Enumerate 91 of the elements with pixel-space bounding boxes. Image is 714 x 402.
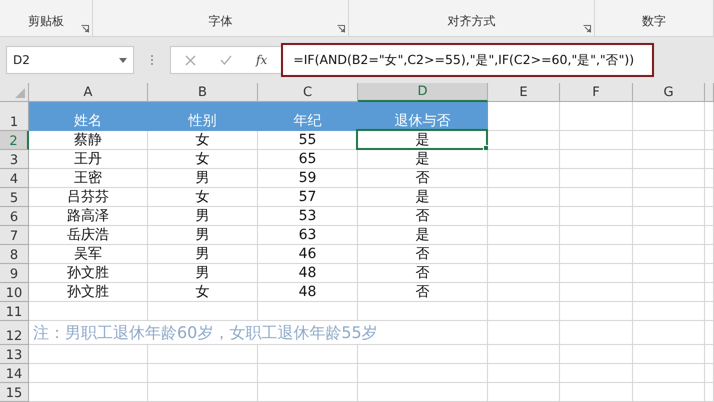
row-header[interactable]: 11 bbox=[0, 302, 29, 321]
dialog-launcher-icon[interactable] bbox=[81, 25, 89, 33]
column-header[interactable]: G bbox=[633, 83, 705, 102]
empty-cell bbox=[705, 169, 714, 188]
table-cell: 是 bbox=[358, 131, 488, 150]
table-cell: 否 bbox=[358, 264, 488, 283]
empty-cell bbox=[705, 321, 714, 345]
table-cell: 否 bbox=[358, 169, 488, 188]
note-text: 注：男职工退休年龄60岁，女职工退休年龄55岁 bbox=[33, 322, 378, 344]
column-header[interactable]: B bbox=[148, 83, 258, 102]
caret-icon[interactable] bbox=[119, 58, 127, 62]
table-cell: 59 bbox=[258, 169, 358, 188]
table-cell: 否 bbox=[358, 283, 488, 302]
row-header[interactable]: 1 bbox=[0, 102, 29, 131]
table-cell: 63 bbox=[258, 226, 358, 245]
table-cell: 48 bbox=[258, 283, 358, 302]
header-cell: 性别 bbox=[148, 102, 258, 131]
table-cell: 53 bbox=[258, 207, 358, 226]
row-header[interactable]: 13 bbox=[0, 345, 29, 364]
name-box[interactable]: D2 bbox=[6, 46, 134, 74]
grip-icon bbox=[150, 54, 154, 66]
row-header[interactable]: 8 bbox=[0, 245, 29, 264]
empty-cell bbox=[705, 188, 714, 207]
row-header[interactable]: 7 bbox=[0, 226, 29, 245]
table-cell: 女 bbox=[148, 283, 258, 302]
column-header[interactable]: A bbox=[29, 83, 148, 102]
group-label: 剪贴板 bbox=[28, 13, 64, 30]
row-header[interactable]: 5 bbox=[0, 188, 29, 207]
empty-cell bbox=[705, 345, 714, 364]
column-header[interactable]: D bbox=[358, 83, 488, 102]
table-cell: 是 bbox=[358, 188, 488, 207]
table-cell: 否 bbox=[358, 245, 488, 264]
dialog-launcher-icon[interactable] bbox=[337, 25, 345, 33]
table-cell: 65 bbox=[258, 150, 358, 169]
header-cell: 姓名 bbox=[29, 102, 148, 131]
table-cell: 女 bbox=[148, 150, 258, 169]
check-icon[interactable] bbox=[220, 55, 232, 65]
empty-cell bbox=[705, 264, 714, 283]
row-header[interactable]: 9 bbox=[0, 264, 29, 283]
row-header[interactable]: 3 bbox=[0, 150, 29, 169]
table-cell: 女 bbox=[148, 188, 258, 207]
empty-cell bbox=[705, 207, 714, 226]
table-cell: 路高泽 bbox=[29, 207, 148, 226]
row-header[interactable]: 15 bbox=[0, 383, 29, 402]
table-cell: 孙文胜 bbox=[29, 283, 148, 302]
group-label: 对齐方式 bbox=[448, 13, 496, 30]
row-header[interactable]: 4 bbox=[0, 169, 29, 188]
table-cell: 48 bbox=[258, 264, 358, 283]
row-header[interactable]: 14 bbox=[0, 364, 29, 383]
table-cell: 吴军 bbox=[29, 245, 148, 264]
column-header[interactable]: C bbox=[258, 83, 358, 102]
table-cell: 57 bbox=[258, 188, 358, 207]
table-cell: 吕芬芬 bbox=[29, 188, 148, 207]
insert-function-button[interactable]: fx bbox=[256, 53, 268, 67]
table-cell: 王密 bbox=[29, 169, 148, 188]
row-header[interactable]: 2 bbox=[0, 131, 29, 150]
row-header[interactable]: 6 bbox=[0, 207, 29, 226]
column-header[interactable]: F bbox=[560, 83, 633, 102]
triangle-icon bbox=[15, 88, 25, 98]
formula-field[interactable]: =IF(AND(B2="女",C2>=55),"是",IF(C2>=60,"是","否")) bbox=[281, 43, 654, 77]
table-cell: 王丹 bbox=[29, 150, 148, 169]
group-label: 字体 bbox=[208, 13, 232, 30]
empty-cell bbox=[705, 226, 714, 245]
header-cell: 退休与否 bbox=[358, 102, 488, 131]
empty-cell bbox=[705, 383, 714, 402]
table-cell: 男 bbox=[148, 264, 258, 283]
table-cell: 女 bbox=[148, 131, 258, 150]
table-cell: 男 bbox=[148, 169, 258, 188]
empty-cell bbox=[705, 131, 714, 150]
empty-cell bbox=[705, 364, 714, 383]
table-cell: 否 bbox=[358, 207, 488, 226]
group-label: 数字 bbox=[642, 13, 666, 30]
table-cell: 男 bbox=[148, 226, 258, 245]
empty-cell bbox=[705, 302, 714, 321]
dialog-launcher-icon[interactable] bbox=[583, 25, 591, 33]
table-cell: 55 bbox=[258, 131, 358, 150]
empty-cell bbox=[705, 283, 714, 302]
column-header[interactable]: E bbox=[488, 83, 560, 102]
empty-cell bbox=[705, 245, 714, 264]
table-cell: 孙文胜 bbox=[29, 264, 148, 283]
table-cell: 是 bbox=[358, 150, 488, 169]
row-header[interactable]: 10 bbox=[0, 283, 29, 302]
table-cell: 岳庆浩 bbox=[29, 226, 148, 245]
table-cell: 是 bbox=[358, 226, 488, 245]
table-cell: 蔡静 bbox=[29, 131, 148, 150]
table-cell: 男 bbox=[148, 245, 258, 264]
table-cell: 男 bbox=[148, 207, 258, 226]
row-header[interactable]: 12 bbox=[0, 321, 29, 345]
empty-cell bbox=[705, 150, 714, 169]
table-cell: 46 bbox=[258, 245, 358, 264]
header-cell: 年纪 bbox=[258, 102, 358, 131]
